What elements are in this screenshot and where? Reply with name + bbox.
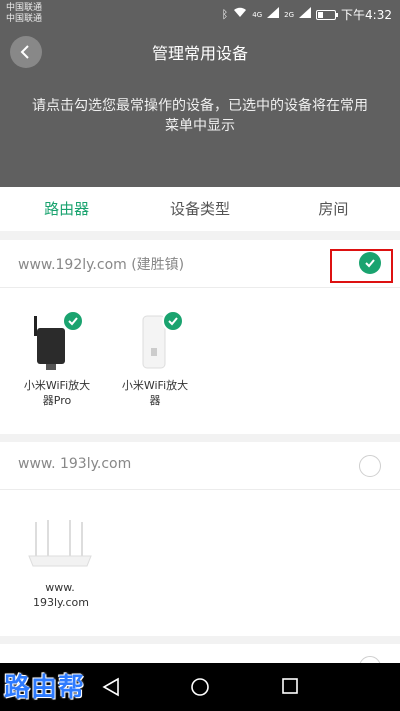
check-icon [68,317,78,326]
device-item[interactable]: 小米WiFi放大器 [110,308,200,408]
tab-device-type[interactable]: 设备类型 [133,187,266,231]
device-label: www. 193ly.com [33,581,89,609]
page-title: 管理常用设备 [151,44,248,63]
carrier-label: 中国联通 [6,3,43,13]
network-4g-label: 4G [252,10,263,19]
highlight-box [330,249,393,283]
tab-room[interactable]: 房间 [267,187,400,231]
router-group-3-partial [0,644,400,678]
device-item[interactable]: www. 193ly.com [15,512,105,610]
header: 中国联通 中国联通 ᛒ 4G 2G 下午4:32 管理常用设备 请点击勾选您最常… [0,0,400,187]
signal-icon-2 [299,7,312,22]
tab-router[interactable]: 路由器 [0,187,133,231]
carrier-label-2: 中国联通 [6,14,43,24]
group-title: www.192ly.com (建胜镇) [18,257,185,273]
device-item[interactable]: 小米WiFi放大器Pro [12,308,102,408]
status-bar: 中国联通 中国联通 ᛒ 4G 2G 下午4:32 [0,0,400,28]
group-title: www. 193ly.com [18,456,132,472]
device-label: 小米WiFi放大器Pro [23,379,91,407]
navigation-bar: 路由帮 [0,663,400,711]
battery-icon [316,9,339,20]
watermark-logo: 路由帮 [4,673,86,703]
nav-home-icon[interactable] [190,677,210,697]
extender-image [142,315,166,369]
device-checkbox[interactable] [162,310,184,332]
device-label: 小米WiFi放大器 [121,379,189,407]
router-image [28,520,92,567]
nav-back-icon[interactable] [102,677,120,697]
nav-recent-icon[interactable] [281,677,299,695]
wifi-icon [233,7,247,22]
bluetooth-icon: ᛒ [221,7,229,21]
extender-pro-image [34,316,65,370]
router-group: www.192ly.com (建胜镇) 小米WiFi放大器Pro 小米WiFi放… [0,240,400,434]
network-2g-label: 2G [284,10,295,19]
group-header: www. 193ly.com [0,442,400,490]
check-icon [168,317,178,326]
page-subtitle: 请点击勾选您最常操作的设备，已选中的设备将在常用菜单中显示 [32,98,368,134]
group-header: www.192ly.com (建胜镇) [0,240,400,288]
signal-icon [267,7,280,22]
tab-bar: 路由器 设备类型 房间 [0,187,400,231]
group-select-checkbox[interactable] [359,455,381,477]
clock: 下午4:32 [341,8,392,22]
status-icons: ᛒ 4G 2G 下午4:32 [222,6,392,23]
device-checkbox[interactable] [62,310,84,332]
router-group-2: www. 193ly.com www. 193ly.com [0,442,400,636]
